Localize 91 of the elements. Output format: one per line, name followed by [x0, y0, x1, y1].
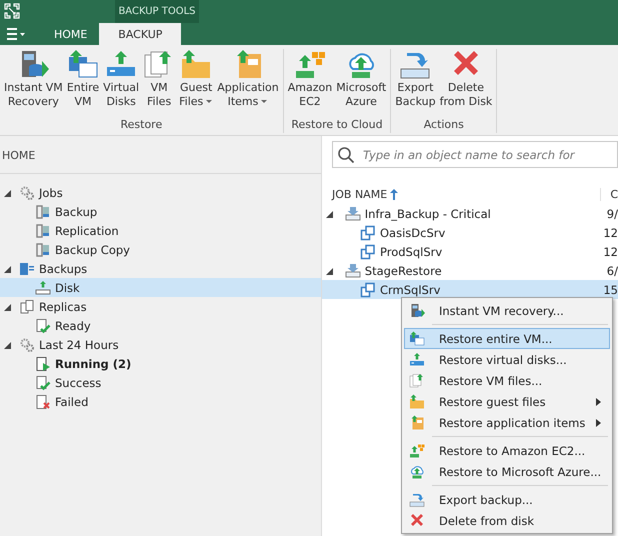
tree-item[interactable]: Failed [55, 394, 88, 408]
pane-title: HOME [1, 148, 36, 164]
vm-icon [360, 244, 376, 260]
cloud-upload-icon [409, 464, 425, 480]
tree-item[interactable]: Replicas [39, 300, 87, 314]
tree-item[interactable]: Running (2) [55, 356, 132, 370]
menu-item[interactable]: Restore VM files... [404, 370, 610, 391]
ribbon-button[interactable]: VM Files [142, 49, 176, 109]
table-cell-text: CrmSqlSrv [380, 282, 442, 296]
menu-item[interactable]: Restore to Amazon EC2... [404, 440, 610, 461]
vm-icon [360, 224, 376, 240]
server-play-icon [409, 302, 425, 318]
expand-arrow-icon[interactable] [3, 340, 11, 348]
table-cell-text: StageRestore [364, 264, 443, 278]
sort-arrow-icon [390, 188, 398, 200]
tree-item[interactable]: Last 24 Hours [39, 338, 119, 352]
menu-item[interactable]: Export backup... [404, 489, 610, 510]
ribbon-button[interactable]: Virtual Disks [102, 49, 140, 109]
check-icon [35, 318, 51, 334]
search-icon [337, 146, 355, 164]
tree-item[interactable]: Disk [55, 280, 80, 294]
vm-icon [360, 282, 376, 298]
tree-item[interactable]: Success [55, 376, 102, 390]
tree-item[interactable]: Ready [55, 318, 91, 332]
tree-item[interactable]: Replication [55, 224, 119, 238]
column-header[interactable]: C [601, 188, 618, 200]
files-restore-icon [409, 372, 425, 388]
search-field[interactable]: Type in an object name to search for [361, 146, 617, 162]
caret-icon [206, 99, 214, 105]
menu-item[interactable]: Restore application items [404, 412, 610, 433]
delete-icon [409, 512, 425, 528]
column-header[interactable]: JOB NAME [332, 188, 602, 200]
ribbon-button[interactable]: Export Backup [394, 49, 437, 109]
expand-arrow-icon[interactable] [3, 264, 11, 272]
cloud-boxes-restore-icon [409, 442, 425, 458]
ribbon-button[interactable]: Microsoft Azure [335, 49, 388, 109]
ribbon-tab[interactable]: BACKUP [99, 23, 182, 45]
menu-item[interactable]: Restore guest files [404, 391, 610, 412]
disk-restore-icon [409, 352, 425, 368]
table-cell-text: Infra_Backup - Critical [364, 206, 492, 220]
table-cell-text: ProdSqlSrv [380, 244, 444, 258]
play-icon [35, 356, 51, 372]
group-label: Restore to Cloud [291, 118, 383, 133]
ribbon-button[interactable]: Delete from Disk [438, 49, 494, 109]
menu-item[interactable]: Restore entire VM... [404, 328, 610, 349]
failed-icon [35, 394, 51, 410]
app-logo-icon [4, 3, 20, 19]
check-icon [35, 374, 51, 390]
group-label: Restore [120, 118, 162, 133]
disk-icon [35, 280, 51, 296]
tree-item[interactable]: Backup [55, 204, 98, 218]
tree-item[interactable]: Backup Copy [55, 242, 130, 256]
folder-restore-icon [180, 49, 212, 81]
search-box[interactable]: Type in an object name to search for [332, 141, 618, 168]
export-icon [409, 492, 425, 508]
ribbon-button[interactable]: Guest Files [178, 49, 214, 109]
folder-restore-icon [409, 394, 425, 410]
menu-item[interactable]: Delete from disk [404, 510, 610, 531]
vm-restore-icon [409, 330, 425, 346]
table-cell-text: OasisDcSrv [380, 226, 446, 240]
table-cell: 12 [603, 244, 618, 258]
table-cell: 15 [603, 282, 618, 296]
gears-icon [19, 336, 35, 352]
backups-icon [19, 260, 35, 276]
ribbon-tab[interactable]: HOME [42, 23, 100, 45]
ribbon-button[interactable]: Application Items [216, 49, 280, 109]
caret-icon [261, 99, 268, 105]
tree-item[interactable]: Jobs [39, 186, 63, 200]
table-cell: 9/ [606, 206, 618, 220]
menu-item[interactable]: Restore to Microsoft Azure... [404, 461, 610, 482]
cloud-boxes-restore-icon [294, 49, 326, 81]
ribbon-button[interactable]: Entire VM [66, 49, 100, 109]
context-tab-label: BACKUP TOOLS [115, 0, 199, 23]
expand-arrow-icon[interactable] [3, 302, 11, 310]
menu-item[interactable]: Instant VM recovery... [404, 300, 610, 321]
ribbon-button[interactable]: Instant VM Recovery [3, 49, 64, 109]
expand-arrow-icon[interactable] [3, 188, 11, 196]
table-cell: 12 [603, 226, 618, 240]
menu-item[interactable]: Restore virtual disks... [404, 349, 610, 370]
ribbon-button[interactable]: Amazon EC2 [286, 49, 334, 109]
book-restore-icon [409, 414, 425, 430]
expand-arrow-icon[interactable] [325, 266, 333, 274]
gears-icon [19, 184, 35, 200]
submenu-arrow-icon [596, 418, 601, 426]
group-label: Actions [424, 118, 464, 133]
expand-arrow-icon[interactable] [325, 210, 333, 218]
table-cell: 6/ [606, 264, 618, 278]
selected-row[interactable]: CrmSqlSrv 15 [322, 280, 618, 299]
submenu-arrow-icon [596, 398, 601, 406]
documents-icon [19, 298, 35, 314]
tree-item[interactable]: Backups [39, 262, 88, 276]
